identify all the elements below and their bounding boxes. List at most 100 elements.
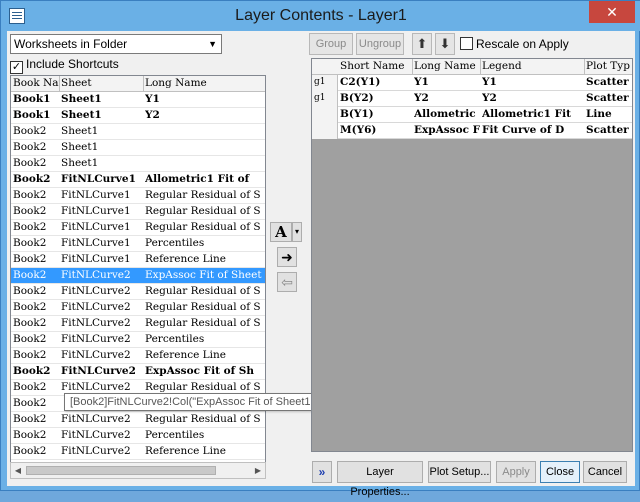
table-row[interactable]: Book2 FitNLCurve2 Reference Line (11, 444, 265, 460)
cell-sheet: FitNLCurve1 (61, 205, 131, 217)
include-shortcuts-checkbox[interactable]: ✓ Include Shortcuts (10, 57, 119, 74)
cell-book-name: Book2 (13, 189, 47, 201)
cell-book-name: Book2 (13, 301, 47, 313)
table-row[interactable]: B(Y1) Allometric Allometric1 Fit Line (312, 107, 632, 123)
col-header-short-name[interactable]: Short Name (340, 59, 412, 74)
ungroup-button[interactable]: Ungroup (356, 33, 404, 55)
col-header-sheet[interactable]: Sheet (61, 76, 143, 91)
col-header-book-name[interactable]: Book Nam (13, 76, 59, 91)
cell-long-name: Percentiles (145, 429, 205, 441)
row-header[interactable] (312, 123, 338, 139)
move-up-button[interactable]: ⬆ (412, 33, 432, 55)
cell-legend: Y1 (482, 76, 497, 88)
table-row[interactable]: Book2 FitNLCurve1 Reference Line (11, 252, 265, 268)
layer-plots-header: Short Name Long Name Legend Plot Typ (312, 59, 632, 75)
cell-book-name: Book2 (13, 205, 47, 217)
close-button[interactable]: Close (540, 461, 580, 483)
cancel-button[interactable]: Cancel (583, 461, 627, 483)
table-row[interactable]: Book2 FitNLCurve2 ExpAssoc Fit of Sh (11, 364, 265, 380)
cell-book-name: Book2 (13, 381, 47, 393)
cell-sheet: FitNLCurve2 (61, 365, 136, 377)
font-dropdown-arrow[interactable]: ▾ (292, 222, 302, 242)
col-header-long-name[interactable]: Long Name (414, 59, 480, 74)
cell-long-name: Regular Residual of S (145, 317, 261, 329)
cell-long-name: Reference Line (145, 445, 226, 457)
expand-more-button[interactable]: » (312, 461, 332, 483)
cell-book-name: Book2 (13, 173, 51, 185)
table-row[interactable]: Book2 FitNLCurve2 Regular Residual of S (11, 284, 265, 300)
horizontal-scrollbar[interactable]: ◀ ▶ (10, 462, 266, 479)
chevron-down-icon: ▼ (208, 39, 217, 49)
cell-book-name: Book1 (13, 109, 51, 121)
table-row[interactable]: g1 C2(Y1) Y1 Y1 Scatter (312, 75, 632, 91)
table-row[interactable]: Book2 FitNLCurve1 Regular Residual of S (11, 220, 265, 236)
cell-sheet: FitNLCurve1 (61, 237, 131, 249)
table-row[interactable]: Book2 FitNLCurve1 Allometric1 Fit of (11, 172, 265, 188)
cell-plot-type: Scatter (586, 92, 629, 104)
cell-sheet: FitNLCurve2 (61, 413, 131, 425)
table-row[interactable]: Book2 Sheet1 (11, 156, 265, 172)
scroll-thumb[interactable] (26, 466, 216, 475)
apply-button[interactable]: Apply (496, 461, 536, 483)
col-header-plot-type[interactable]: Plot Typ (586, 59, 632, 74)
title-bar[interactable]: Layer Contents - Layer1 ✕ (1, 1, 640, 31)
cell-book-name: Book2 (13, 268, 59, 283)
cell-long-name: Percentiles (145, 333, 205, 345)
scroll-right-icon[interactable]: ▶ (252, 465, 264, 476)
rescale-on-apply-checkbox[interactable]: Rescale on Apply (460, 37, 569, 51)
table-row[interactable]: Book2 FitNLCurve2 Regular Residual of S (11, 412, 265, 428)
cell-short-name: B(Y2) (340, 92, 374, 104)
table-row[interactable]: Book2 FitNLCurve1 Regular Residual of S (11, 188, 265, 204)
plot-setup-button[interactable]: Plot Setup... (428, 461, 491, 483)
cell-book-name: Book2 (13, 125, 47, 137)
row-header[interactable] (312, 107, 338, 123)
table-row[interactable]: Book2 FitNLCurve1 Percentiles (11, 236, 265, 252)
cell-long-name: Reference Line (145, 253, 226, 265)
cell-sheet: FitNLCurve2 (61, 285, 131, 297)
layer-properties-button[interactable]: Layer Properties... (337, 461, 423, 498)
cell-sheet: FitNLCurve1 (61, 189, 131, 201)
font-button[interactable]: A (270, 222, 292, 242)
move-down-button[interactable]: ⬇ (435, 33, 455, 55)
cell-sheet: FitNLCurve1 (61, 221, 131, 233)
table-row[interactable]: Book2 FitNLCurve2 ExpAssoc Fit of Sheet (11, 268, 265, 284)
table-row[interactable]: Book1 Sheet1 Y2 (11, 108, 265, 124)
col-header-legend[interactable]: Legend (482, 59, 584, 74)
cell-book-name: Book2 (13, 365, 51, 377)
cell-sheet: FitNLCurve2 (61, 268, 143, 283)
cell-sheet: Sheet1 (61, 141, 99, 153)
layer-plots-grid[interactable]: Short Name Long Name Legend Plot Typ g1 C… (311, 58, 633, 452)
add-to-layer-button[interactable]: ➜ (277, 247, 297, 267)
table-row[interactable]: Book2 FitNLCurve2 Regular Residual of S (11, 316, 265, 332)
available-columns-grid[interactable]: Book Nam Sheet Long Name Book1Sheet1Y1Bo… (10, 75, 266, 479)
table-row[interactable]: Book1 Sheet1 Y1 (11, 92, 265, 108)
cell-long-name: Reference Line (145, 349, 226, 361)
table-row[interactable]: M(Y6) ExpAssoc F Fit Curve of D Scatter (312, 123, 632, 139)
table-row[interactable]: Book2 FitNLCurve2 Reference Line (11, 348, 265, 364)
window-title: Layer Contents - Layer1 (235, 7, 407, 24)
remove-from-layer-button[interactable]: ⇦ (277, 272, 297, 292)
table-row[interactable]: Book2 FitNLCurve2 Percentiles (11, 332, 265, 348)
cell-long-name: Percentiles (145, 237, 205, 249)
cell-long-name: Y2 (414, 92, 429, 104)
table-row[interactable]: Book2 FitNLCurve2 Percentiles (11, 428, 265, 444)
cell-short-name: C2(Y1) (340, 76, 381, 88)
cell-long-name: Regular Residual of S (145, 205, 261, 217)
col-header-long-name[interactable]: Long Name (145, 76, 265, 91)
cell-sheet: Sheet1 (61, 109, 102, 121)
table-row[interactable]: Book2 Sheet1 (11, 140, 265, 156)
scroll-left-icon[interactable]: ◀ (12, 465, 24, 476)
table-row[interactable]: Book2 FitNLCurve1 Regular Residual of S (11, 204, 265, 220)
table-row[interactable]: Book2 FitNLCurve2 Regular Residual of S (11, 300, 265, 316)
worksheet-scope-dropdown[interactable]: Worksheets in Folder ▼ (10, 34, 222, 54)
checkbox-unchecked-icon (460, 37, 473, 50)
cell-long-name: ExpAssoc F (414, 124, 480, 136)
window-close-button[interactable]: ✕ (589, 1, 635, 23)
checkbox-checked-icon: ✓ (10, 61, 23, 74)
table-row[interactable]: g1 B(Y2) Y2 Y2 Scatter (312, 91, 632, 107)
cell-book-name: Book2 (13, 397, 47, 409)
cell-book-name: Book1 (13, 93, 51, 105)
table-row[interactable]: Book2 Sheet1 (11, 124, 265, 140)
group-button[interactable]: Group (309, 33, 353, 55)
cell-plot-type: Scatter (586, 124, 629, 136)
